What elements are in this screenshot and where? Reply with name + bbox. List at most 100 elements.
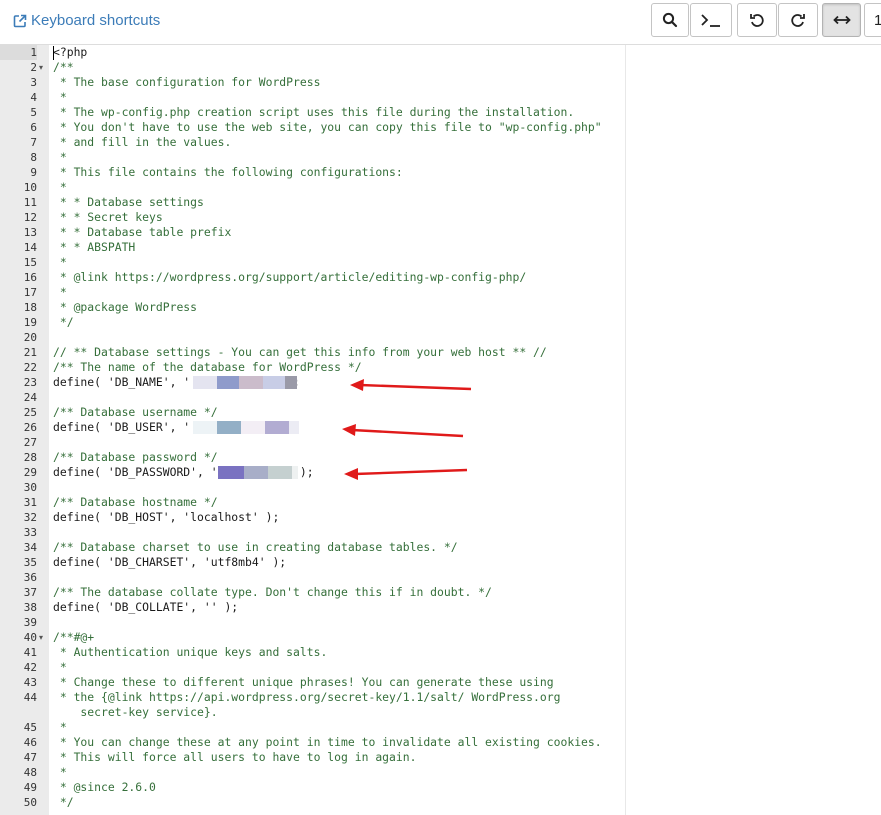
code-text: * @package WordPress <box>53 300 198 314</box>
code-text: * This file contains the following confi… <box>53 165 403 179</box>
line-number: 19 <box>23 316 37 329</box>
line-number: 45 <box>23 721 37 734</box>
code-line[interactable]: 20 <box>0 330 881 345</box>
code-line[interactable]: 14 * * ABSPATH <box>0 240 881 255</box>
code-line[interactable]: 8 * <box>0 150 881 165</box>
code-line[interactable]: 45 * <box>0 720 881 735</box>
line-number: 5 <box>30 106 37 119</box>
line-number: 22 <box>23 361 37 374</box>
line-number: 23 <box>23 376 37 389</box>
code-text: // ** Database settings - You can get th… <box>53 345 547 359</box>
redo-button[interactable] <box>778 3 818 37</box>
code-line[interactable]: 48 * <box>0 765 881 780</box>
code-line[interactable]: 18 * @package WordPress <box>0 300 881 315</box>
undo-button[interactable] <box>737 3 777 37</box>
code-text: /** Database hostname */ <box>53 495 218 509</box>
code-line[interactable]: 22 /** The name of the database for WordP… <box>0 360 881 375</box>
code-line[interactable]: 4 * <box>0 90 881 105</box>
line-number: 8 <box>30 151 37 164</box>
code-line[interactable]: 2 ▾ /** <box>0 60 881 75</box>
code-text: * The wp-config.php creation script uses… <box>53 105 575 119</box>
code-text: <?php <box>53 45 88 59</box>
code-text: * <box>53 255 67 269</box>
code-text: * You don't have to use the web site, yo… <box>53 120 602 134</box>
line-number: 13 <box>23 226 37 239</box>
redacted-db-user <box>193 420 299 435</box>
fold-toggle-icon[interactable]: ▾ <box>39 630 43 645</box>
code-text: /** Database password */ <box>53 450 218 464</box>
code-line[interactable]: 46 * You can change these at any point i… <box>0 735 881 750</box>
line-number: 31 <box>23 496 37 509</box>
code-line[interactable]: 44 * the {@link https://api.wordpress.or… <box>0 690 881 720</box>
line-number: 38 <box>23 601 37 614</box>
code-line[interactable]: 43 * Change these to different unique ph… <box>0 675 881 690</box>
code-line[interactable]: 40 ▾ /**#@+ <box>0 630 881 645</box>
code-line[interactable]: 11 * * Database settings <box>0 195 881 210</box>
code-text: * <box>53 660 67 674</box>
code-text: * * ABSPATH <box>53 240 136 254</box>
code-text: */ <box>53 315 74 329</box>
code-line[interactable]: 49 * @since 2.6.0 <box>0 780 881 795</box>
code-text: define( 'DB_HOST', 'localhost' ); <box>53 510 280 524</box>
code-line[interactable]: 5 * The wp-config.php creation script us… <box>0 105 881 120</box>
code-text: /** <box>53 60 74 74</box>
code-text: * <box>53 720 67 734</box>
code-line[interactable]: 35 define( 'DB_CHARSET', 'utf8mb4' ); <box>0 555 881 570</box>
code-line[interactable]: 42 * <box>0 660 881 675</box>
line-number: 30 <box>23 481 37 494</box>
fold-toggle-icon[interactable]: ▾ <box>39 60 43 75</box>
code-line[interactable]: 1 <?php <box>0 45 881 60</box>
line-number: 46 <box>23 736 37 749</box>
code-line[interactable]: 15 * <box>0 255 881 270</box>
code-line[interactable]: 6 * You don't have to use the web site, … <box>0 120 881 135</box>
code-text: define( 'DB_COLLATE', '' ); <box>53 600 239 614</box>
line-number: 27 <box>23 436 37 449</box>
line-number: 12 <box>23 211 37 224</box>
code-line[interactable]: 21 // ** Database settings - You can get … <box>0 345 881 360</box>
line-number: 50 <box>23 796 37 809</box>
line-number: 40 <box>23 631 37 644</box>
code-line[interactable]: 50 */ <box>0 795 881 810</box>
code-line[interactable]: 37 /** The database collate type. Don't c… <box>0 585 881 600</box>
code-text: * <box>53 90 67 104</box>
line-number: 24 <box>23 391 37 404</box>
code-text: * * Secret keys <box>53 210 163 224</box>
line-number: 3 <box>30 76 37 89</box>
line-number: 34 <box>23 541 37 554</box>
code-line[interactable]: 7 * and fill in the values. <box>0 135 881 150</box>
code-line[interactable]: 9 * This file contains the following con… <box>0 165 881 180</box>
code-line[interactable]: 39 <box>0 615 881 630</box>
word-wrap-toggle[interactable] <box>822 3 861 37</box>
code-line[interactable]: 3 * The base configuration for WordPress <box>0 75 881 90</box>
editor-toolbar: Keyboard shortcuts 1 <box>0 0 881 44</box>
line-number: 20 <box>23 331 37 344</box>
code-line[interactable]: 36 <box>0 570 881 585</box>
code-text: * <box>53 285 67 299</box>
code-line[interactable]: 12 * * Secret keys <box>0 210 881 225</box>
code-line[interactable]: 13 * * Database table prefix <box>0 225 881 240</box>
code-line[interactable]: 17 * <box>0 285 881 300</box>
line-number: 18 <box>23 301 37 314</box>
code-text: */ <box>53 795 74 809</box>
line-number: 14 <box>23 241 37 254</box>
line-number: 25 <box>23 406 37 419</box>
overflow-button[interactable]: 1 <box>864 3 881 37</box>
code-line[interactable]: 16 * @link https://wordpress.org/support… <box>0 270 881 285</box>
line-number: 32 <box>23 511 37 524</box>
code-line[interactable]: 19 */ <box>0 315 881 330</box>
code-editor[interactable]: 1 <?php 2 ▾/** 3 * The base configuration fo… <box>0 44 881 815</box>
annotation-arrows <box>342 379 472 480</box>
code-line[interactable]: 47 * This will force all users to have t… <box>0 750 881 765</box>
line-number: 42 <box>23 661 37 674</box>
code-line[interactable]: 10 * <box>0 180 881 195</box>
code-line[interactable]: 34 /** Database charset to use in creatin… <box>0 540 881 555</box>
code-line[interactable]: 41 * Authentication unique keys and salt… <box>0 645 881 660</box>
command-line-button[interactable] <box>690 3 732 37</box>
code-line[interactable]: 38 define( 'DB_COLLATE', '' ); <box>0 600 881 615</box>
keyboard-shortcuts-link[interactable]: Keyboard shortcuts <box>13 12 160 29</box>
search-button[interactable] <box>651 3 689 37</box>
line-number: 44 <box>23 691 37 704</box>
horizontal-arrows-icon <box>832 15 851 25</box>
line-number: 11 <box>23 196 37 209</box>
code-text: * Authentication unique keys and salts. <box>53 645 328 659</box>
